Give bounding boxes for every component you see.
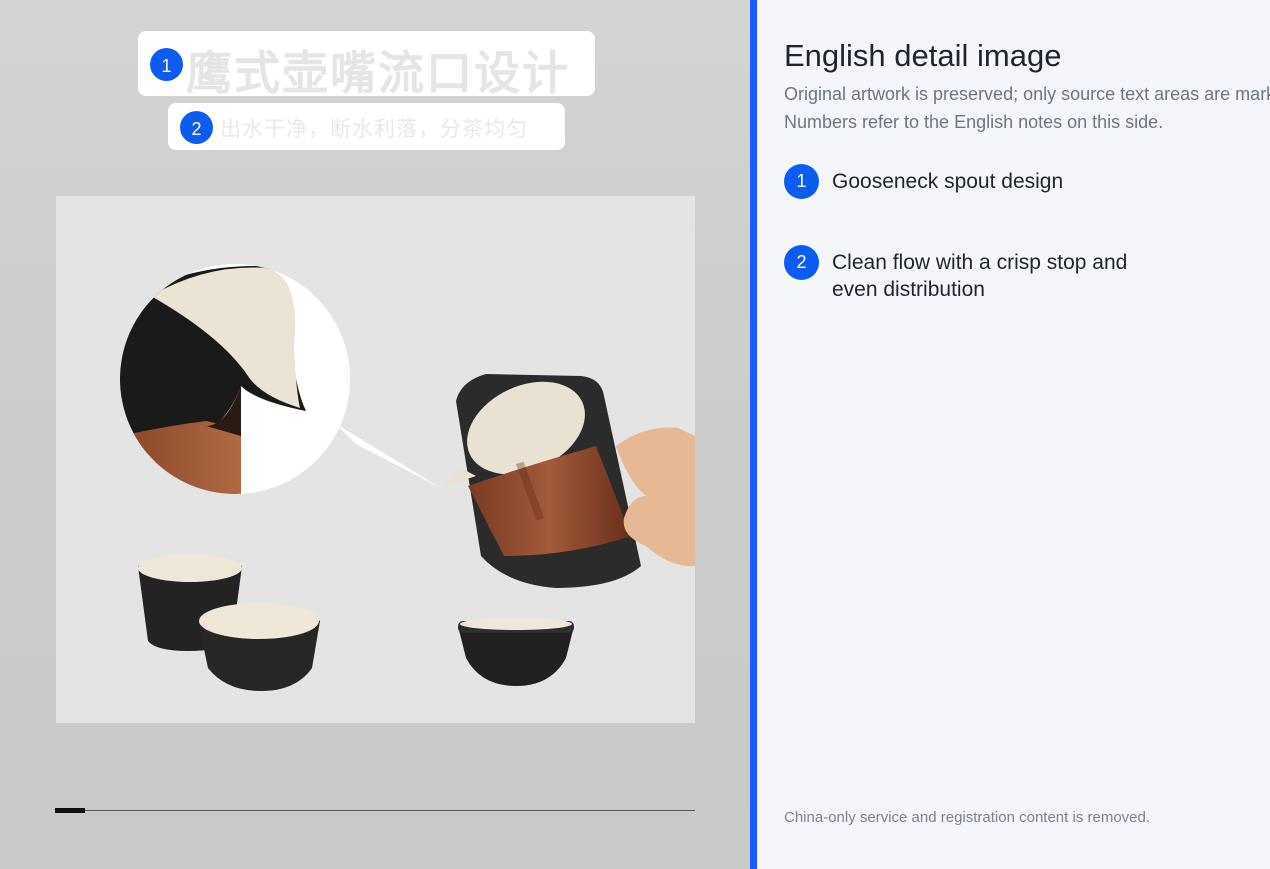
notes-subtitle-line-2: Numbers refer to the English notes on th… xyxy=(784,112,1164,132)
note-text: Gooseneck spout design xyxy=(832,170,1064,193)
note-number-badge: 2 xyxy=(784,245,819,280)
panel-divider xyxy=(750,0,757,869)
note-item-2: 2 Clean flow with a crisp stop and even … xyxy=(784,245,1264,303)
pitcher xyxy=(440,374,641,588)
cup-right xyxy=(458,618,574,686)
product-photo xyxy=(56,196,695,723)
note-number-badge: 1 xyxy=(784,164,819,199)
masked-source-text: 鹰式壶嘴流口设计 xyxy=(186,46,570,96)
notes-subtitle-line-1: Original artwork is preserved; only sour… xyxy=(784,84,1270,104)
artwork-panel: 鹰式壶嘴流口设计 出水干净，断水利落，分茶均匀 1 2 xyxy=(0,0,750,869)
progress-fill xyxy=(55,808,85,813)
marker-badge-1: 1 xyxy=(150,48,183,81)
marker-badge-2: 2 xyxy=(180,111,213,144)
note-text: Clean flow with a crisp stop and even di… xyxy=(832,251,1128,301)
zoom-pointer xyxy=(336,424,441,488)
cup-left-front xyxy=(198,603,320,691)
footer-note: China-only service and registration cont… xyxy=(784,809,1151,826)
notes-title: English detail image xyxy=(784,38,1062,73)
note-item-1: 1 Gooseneck spout design xyxy=(784,164,1264,199)
text-mask-2: 出水干净，断水利落，分茶均匀 xyxy=(168,103,565,150)
text-mask-1: 鹰式壶嘴流口设计 xyxy=(138,31,595,96)
masked-source-text: 出水干净，断水利落，分茶均匀 xyxy=(220,117,528,141)
notes-panel: English detail image Original artwork is… xyxy=(757,0,1270,869)
progress-track xyxy=(55,810,695,811)
